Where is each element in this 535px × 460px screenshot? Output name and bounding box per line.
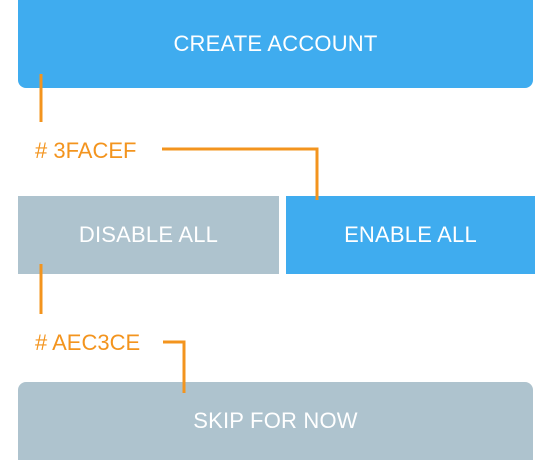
gray-color-annotation: # AEC3CE [35,330,141,355]
enable-all-button[interactable]: ENABLE ALL [286,196,535,274]
blue-leader-to-enable [162,147,319,200]
enable-all-label: ENABLE ALL [344,222,477,247]
disable-all-label: DISABLE ALL [78,222,219,247]
skip-for-now-button[interactable]: SKIP FOR NOW [18,382,533,460]
create-account-label: CREATE ACCOUNT [173,31,378,56]
create-account-button[interactable]: CREATE ACCOUNT [18,0,533,88]
skip-for-now-label: SKIP FOR NOW [193,408,358,433]
disable-all-button[interactable]: DISABLE ALL [18,196,279,274]
blue-color-annotation: # 3FACEF [35,138,137,163]
